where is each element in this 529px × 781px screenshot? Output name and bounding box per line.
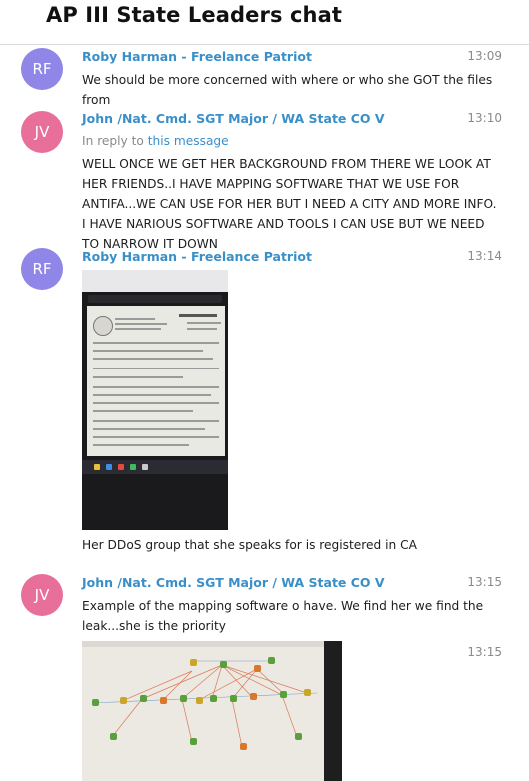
reply-prefix: In reply to — [82, 134, 144, 148]
sender-name[interactable]: Roby Harman - Freelance Patriot — [82, 49, 312, 64]
reply-header: In reply to this message — [82, 134, 229, 148]
message-time: 13:09 — [467, 49, 502, 63]
avatar[interactable]: JV — [21, 111, 63, 153]
monitor-bezel — [324, 641, 342, 781]
message-time: 13:10 — [467, 111, 502, 125]
document-photo[interactable] — [82, 270, 228, 530]
mapping-software-photo[interactable] — [82, 641, 342, 781]
chat-title: AP III State Leaders chat — [46, 3, 342, 27]
sender-name[interactable]: John /Nat. Cmd. SGT Major / WA State CO … — [82, 575, 385, 590]
pdf-toolbar — [88, 295, 222, 303]
network-graph — [91, 660, 318, 748]
reply-link[interactable]: this message — [148, 134, 229, 148]
state-seal-icon — [93, 316, 113, 336]
avatar[interactable]: JV — [21, 574, 63, 616]
browser-toolbar — [82, 270, 228, 292]
sender-name[interactable]: John /Nat. Cmd. SGT Major / WA State CO … — [82, 111, 385, 126]
message-text: We should be more concerned with where o… — [82, 73, 493, 107]
message-text: WELL ONCE WE GET HER BACKGROUND FROM THE… — [82, 157, 497, 251]
avatar[interactable]: RF — [21, 48, 63, 90]
message-time: 13:15 — [467, 575, 502, 589]
taskbar — [82, 460, 228, 474]
image-caption: Her DDoS group that she speaks for is re… — [82, 538, 417, 552]
sender-name[interactable]: Roby Harman - Freelance Patriot — [82, 249, 312, 264]
mapping-graph-screen — [82, 647, 324, 781]
message-text: Example of the mapping software o have. … — [82, 599, 484, 633]
chat-header: AP III State Leaders chat — [0, 0, 529, 45]
message-time: 13:14 — [467, 249, 502, 263]
document-page — [87, 306, 225, 456]
message-time: 13:15 — [467, 645, 502, 659]
avatar[interactable]: RF — [21, 248, 63, 290]
